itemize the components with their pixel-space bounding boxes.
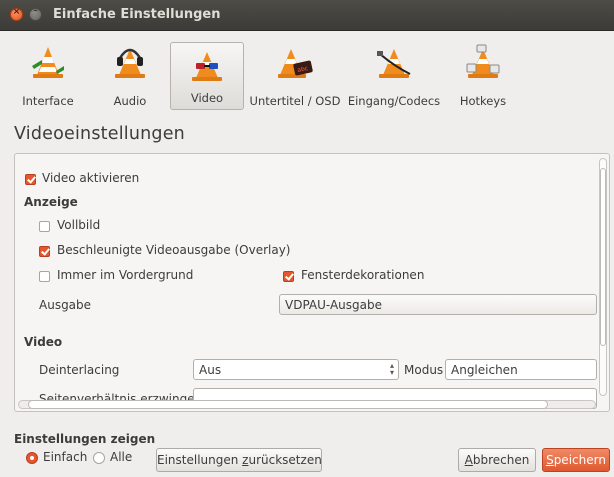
all-radio-label: Alle (110, 450, 133, 464)
tab-hotkeys-label: Hotkeys (459, 94, 507, 108)
window-titlebar: × – Einfache Einstellungen (0, 0, 614, 31)
tab-interface-label: Interface (22, 94, 74, 108)
tab-video-label: Video (190, 91, 224, 105)
fullscreen-label: Vollbild (57, 218, 101, 232)
tab-input-codecs-label: Eingang/Codecs (347, 94, 441, 108)
overlay-checkbox[interactable] (39, 246, 50, 257)
vertical-scrollbar-thumb[interactable] (600, 168, 606, 346)
deinterlacing-select[interactable]: Aus ▴ ▾ (193, 359, 399, 380)
minimize-window-button[interactable]: – (29, 6, 42, 21)
video-enable-checkbox[interactable] (25, 174, 36, 185)
cone-cable-icon (377, 49, 411, 78)
close-icon: × (12, 7, 21, 17)
cancel-button-mnemonic: A (464, 453, 473, 467)
window-decorations-label: Fensterdekorationen (301, 268, 425, 282)
cancel-button-text: bbrechen (472, 453, 530, 467)
tab-subtitles-label: Untertitel / OSD (249, 94, 341, 108)
tab-input-codecs[interactable]: Eingang/Codecs (344, 40, 444, 112)
video-section-heading: Video (24, 335, 63, 349)
close-window-button[interactable]: × (10, 7, 23, 21)
category-tabbar: Interface Audio Video abc Untertitel / O… (0, 30, 614, 112)
save-button[interactable]: Speichern (542, 448, 610, 472)
always-on-top-label: Immer im Vordergrund (57, 268, 194, 282)
mode-label: Modus (404, 363, 444, 377)
vertical-scrollbar[interactable] (597, 154, 609, 398)
display-section-heading: Anzeige (24, 195, 78, 209)
cone-interface-icon (32, 47, 64, 78)
minimize-icon: – (33, 6, 38, 16)
tab-subtitles[interactable]: abc Untertitel / OSD (248, 40, 342, 112)
horizontal-scrollbar[interactable] (18, 398, 596, 410)
output-select[interactable]: VDPAU-Ausgabe (279, 294, 597, 315)
overlay-label: Beschleunigte Videoausgabe (Overlay) (57, 243, 291, 257)
fullscreen-checkbox[interactable] (39, 221, 50, 232)
video-enable-label: Video aktivieren (42, 171, 140, 185)
simple-radio-label: Einfach (43, 450, 88, 464)
horizontal-scrollbar-thumb[interactable] (28, 400, 548, 409)
deinterlacing-label: Deinterlacing (39, 363, 120, 377)
save-button-mnemonic: S (546, 453, 554, 467)
cancel-button[interactable]: Abbrechen (458, 448, 536, 472)
mode-select[interactable]: Angleichen (445, 359, 597, 380)
reset-settings-button[interactable]: Einstellungen zurücksetzen (156, 448, 322, 472)
deinterlacing-value: Aus (199, 363, 222, 377)
tab-interface[interactable]: Interface (18, 40, 78, 112)
tab-video[interactable]: Video (170, 42, 244, 110)
always-on-top-checkbox[interactable] (39, 271, 50, 282)
cone-headphones-icon (115, 48, 145, 78)
simple-radio[interactable] (26, 452, 38, 464)
cone-hotkeys-icon (466, 44, 500, 78)
settings-scroll-panel: Video aktivieren Anzeige Vollbild Beschl… (14, 153, 610, 412)
tab-audio[interactable]: Audio (104, 40, 156, 112)
all-radio[interactable] (93, 452, 105, 464)
tab-hotkeys[interactable]: Hotkeys (452, 40, 514, 112)
reset-button-text-end: urücksetzen (248, 453, 322, 467)
page-title: Videoeinstellungen (14, 124, 185, 144)
output-label: Ausgabe (39, 298, 92, 312)
save-button-text: peichern (553, 453, 606, 467)
cone-glasses-icon (192, 52, 222, 81)
spin-arrows-icon: ▴ ▾ (389, 361, 394, 377)
window-decorations-checkbox[interactable] (283, 271, 294, 282)
window-title: Einfache Einstellungen (53, 7, 221, 22)
cone-subtitle-icon: abc (278, 49, 313, 78)
tab-audio-label: Audio (113, 94, 147, 108)
show-settings-label: Einstellungen zeigen (14, 432, 156, 446)
reset-button-text: Einstellungen (157, 453, 243, 467)
dialog-footer: Einstellungen zeigen Einfach Alle Einste… (0, 412, 614, 477)
